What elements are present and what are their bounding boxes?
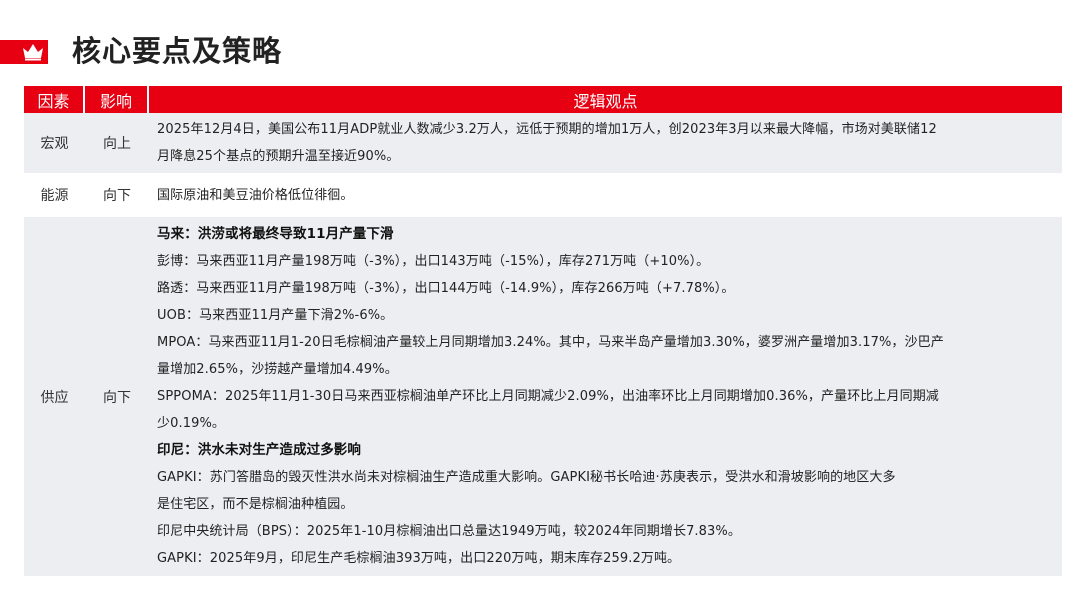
logic-cell: 马来：洪涝或将最终导致11月产量下滑 彭博：马来西亚11月产量198万吨（-3%…: [149, 217, 1062, 576]
logic-line: 少0.19%。: [157, 416, 225, 431]
factor-cell: 能源: [40, 188, 69, 204]
logic-line: SPPOMA：2025年11月1-30日马来西亚棕榈油单产环比上月同期减少2.0…: [157, 389, 939, 404]
impact-cell: 向上: [85, 113, 149, 173]
factor-cell: 供应: [24, 217, 85, 576]
page-header: 核心要点及策略: [0, 22, 1080, 82]
logic-line: 月降息25个基点的预期升温至接近90%。: [157, 149, 400, 164]
table-row-energy: 能源 向下 国际原油和美豆油价格低位徘徊。: [24, 173, 1062, 217]
logic-cell: 2025年12月4日，美国公布11月ADP就业人数减少3.2万人，远低于预期的增…: [149, 113, 1062, 173]
logic-line: 印尼中央统计局（BPS）：2025年1-10月棕榈油出口总量达1949万吨，较2…: [157, 524, 741, 539]
column-header-impact: 影响: [85, 86, 149, 113]
logic-line: UOB：马来西亚11月产量下滑2%-6%。: [157, 308, 394, 323]
table-row-supply: 供应 向下 马来：洪涝或将最终导致11月产量下滑 彭博：马来西亚11月产量198…: [24, 217, 1062, 576]
table-header-row: 因素 影响 逻辑观点: [24, 86, 1062, 113]
logic-line: GAPKI：2025年9月，印尼生产毛棕榈油393万吨，出口220万吨，期末库存…: [157, 551, 681, 566]
logic-line: 国际原油和美豆油价格低位徘徊。: [157, 187, 354, 203]
column-header-factor: 因素: [24, 86, 85, 113]
crown-icon: [23, 44, 43, 61]
factor-cell: 宏观: [24, 113, 85, 173]
strategy-table: 因素 影响 逻辑观点 宏观 向上 2025年12月4日，美国公布11月ADP就业…: [24, 86, 1062, 576]
logic-cell: 国际原油和美豆油价格低位徘徊。: [149, 173, 1062, 217]
page-title: 核心要点及策略: [72, 34, 283, 68]
logic-line: 彭博：马来西亚11月产量198万吨（-3%），出口143万吨（-15%），库存2…: [157, 254, 710, 269]
logic-line: 是住宅区，而不是棕榈油种植园。: [157, 497, 354, 512]
impact-cell: 向下: [85, 217, 149, 576]
section-heading: 马来：洪涝或将最终导致11月产量下滑: [157, 226, 394, 242]
impact-cell: 向下: [103, 188, 131, 204]
column-header-logic: 逻辑观点: [149, 86, 1062, 113]
logic-line: 量增加2.65%，沙捞越产量增加4.49%。: [157, 362, 398, 377]
logic-line: MPOA：马来西亚11月1-20日毛棕榈油产量较上月同期增加3.24%。其中，马…: [157, 335, 944, 350]
logic-line: 路透：马来西亚11月产量198万吨（-3%），出口144万吨（-14.9%），库…: [157, 281, 735, 296]
table-row-macro: 宏观 向上 2025年12月4日，美国公布11月ADP就业人数减少3.2万人，远…: [24, 113, 1062, 173]
section-heading: 印尼：洪水未对生产造成过多影响: [157, 442, 361, 458]
logic-line: 2025年12月4日，美国公布11月ADP就业人数减少3.2万人，远低于预期的增…: [157, 122, 937, 137]
logic-line: GAPKI：苏门答腊岛的毁灭性洪水尚未对棕榈油生产造成重大影响。GAPKI秘书长…: [157, 470, 896, 485]
